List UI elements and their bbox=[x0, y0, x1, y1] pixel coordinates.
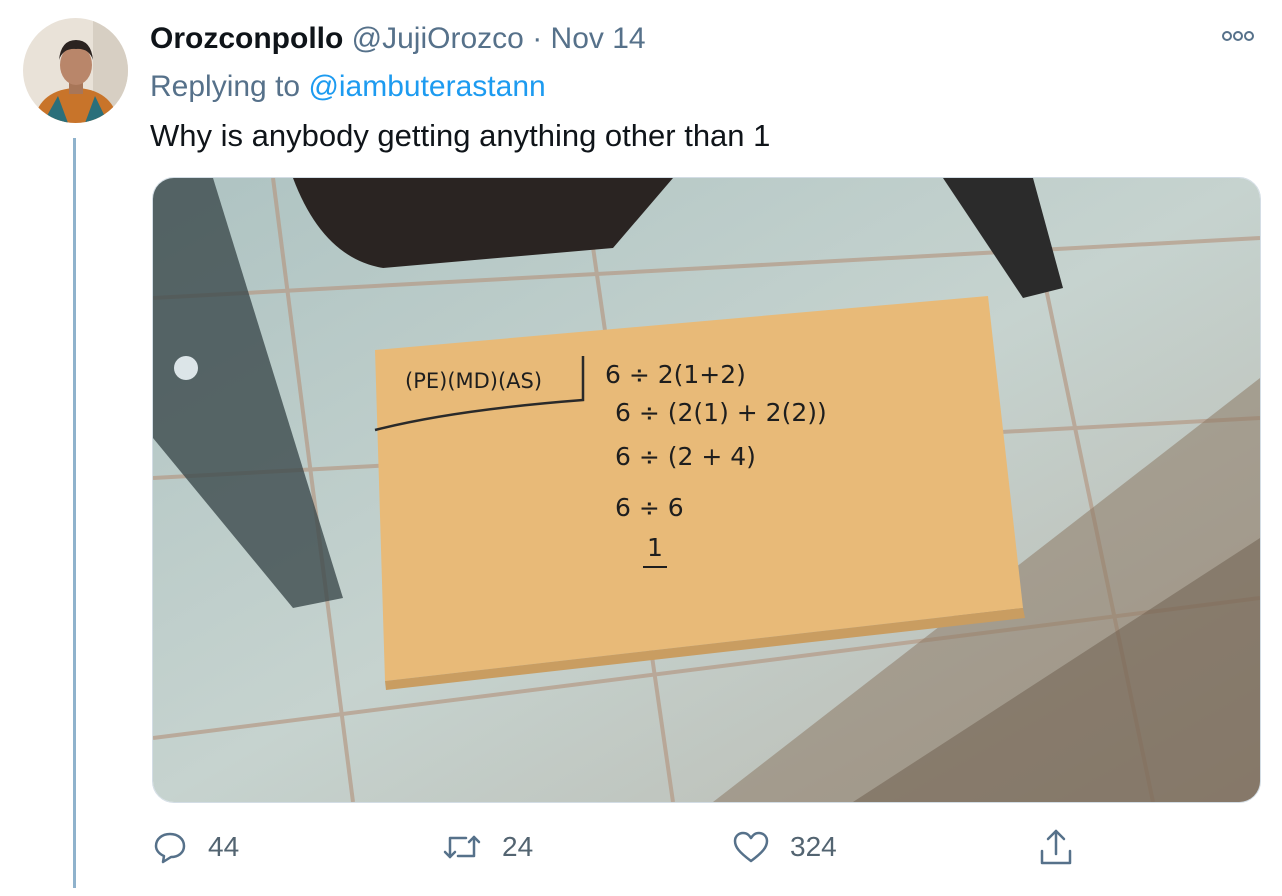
user-handle[interactable]: @JujiOrozco bbox=[352, 22, 524, 55]
tweet-header: Orozconpollo @JujiOrozco · Nov 14 bbox=[150, 20, 646, 58]
like-count: 324 bbox=[790, 831, 837, 862]
thread-line bbox=[73, 138, 76, 888]
more-options-icon bbox=[1222, 31, 1254, 41]
more-options-button[interactable] bbox=[1220, 26, 1256, 46]
tweet-date[interactable]: Nov 14 bbox=[551, 22, 646, 55]
retweet-icon bbox=[443, 835, 481, 859]
card-header-text: (PE)(MD)(AS) bbox=[405, 369, 542, 393]
math-step-3: 6 ÷ (2 + 4) bbox=[615, 442, 756, 471]
display-name[interactable]: Orozconpollo bbox=[150, 22, 343, 55]
math-step-5: 1 bbox=[647, 533, 663, 562]
reply-count: 44 bbox=[208, 831, 240, 862]
avatar[interactable] bbox=[23, 18, 128, 123]
reply-mention-link[interactable]: @iambuterastann bbox=[308, 70, 545, 103]
avatar-image bbox=[23, 18, 128, 123]
separator-dot: · bbox=[532, 22, 543, 55]
replying-prefix: Replying to bbox=[150, 70, 301, 103]
math-step-1: 6 ÷ 2(1+2) bbox=[605, 360, 746, 389]
retweet-count: 24 bbox=[502, 831, 534, 862]
photo-image: (PE)(MD)(AS) 6 ÷ 2(1+2) 6 ÷ (2(1) + 2(2)… bbox=[153, 178, 1260, 802]
tweet-text: Why is anybody getting anything other th… bbox=[150, 118, 771, 153]
like-button[interactable]: 324 bbox=[732, 822, 837, 872]
tweet-photo[interactable]: (PE)(MD)(AS) 6 ÷ 2(1+2) 6 ÷ (2(1) + 2(2)… bbox=[152, 177, 1261, 803]
tweet-actions: 44 24 324 bbox=[0, 822, 1282, 872]
like-icon bbox=[733, 831, 769, 863]
math-step-2: 6 ÷ (2(1) + 2(2)) bbox=[615, 398, 827, 427]
reply-button[interactable]: 44 bbox=[152, 822, 239, 872]
share-icon bbox=[1040, 829, 1072, 865]
math-step-4: 6 ÷ 6 bbox=[615, 493, 684, 522]
reply-icon bbox=[154, 832, 186, 864]
share-button[interactable] bbox=[1038, 822, 1074, 872]
retweet-button[interactable]: 24 bbox=[442, 822, 533, 872]
replying-to: Replying to @iambuterastann bbox=[150, 68, 546, 106]
